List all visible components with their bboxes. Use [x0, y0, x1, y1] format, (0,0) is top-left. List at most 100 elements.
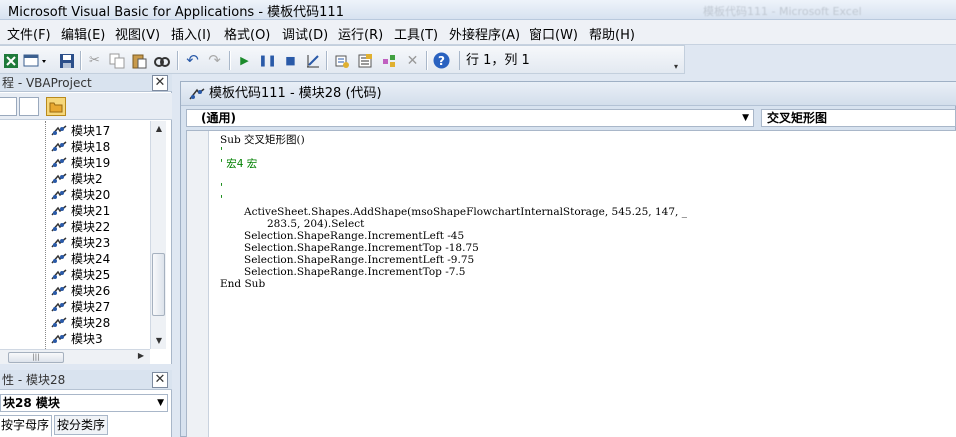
menu-format[interactable]: 格式(O) [224, 24, 270, 43]
reset-icon[interactable]: ■ [282, 52, 299, 69]
tree-item-module[interactable]: 模块19 [51, 155, 110, 171]
tree-item-module[interactable]: 模块2 [51, 171, 103, 187]
code-line-blank[interactable] [220, 170, 687, 182]
scroll-up-icon[interactable]: ▲ [154, 124, 164, 134]
toggle-folders-button[interactable] [46, 97, 66, 116]
code-line[interactable]: Selection.ShapeRange.IncrementLeft -45 [220, 230, 687, 242]
tree-item-label: 模块17 [71, 124, 111, 138]
menu-tools[interactable]: 工具(T) [394, 24, 438, 43]
tree-item-module[interactable]: 模块28 [51, 315, 110, 331]
insert-userform-icon[interactable] [23, 52, 49, 69]
excel-icon[interactable] [2, 52, 19, 69]
project-explorer-icon[interactable] [333, 52, 350, 69]
tree-item-module[interactable]: 模块27 [51, 299, 110, 315]
scroll-down-icon[interactable]: ▼ [154, 336, 164, 346]
module-icon [51, 269, 67, 280]
tree-item-module[interactable]: 模块18 [51, 139, 110, 155]
cursor-position: 行 1，列 1 [459, 51, 673, 70]
object-dropdown[interactable]: (通用) ▼ [186, 109, 754, 127]
procedure-dropdown[interactable]: 交叉矩形图 [761, 109, 956, 127]
code-line[interactable]: 283.5, 204).Select [220, 218, 687, 230]
tree-item-module[interactable]: 模块26 [51, 283, 110, 299]
menu-help[interactable]: 帮助(H) [589, 24, 635, 43]
code-line-comment[interactable]: ' 宏4 宏 [220, 158, 687, 170]
menu-edit[interactable]: 编辑(E) [61, 24, 105, 43]
project-tree-vertical-scrollbar[interactable]: ▲ ▼ [150, 121, 166, 349]
menu-insert[interactable]: 插入(I) [171, 24, 211, 43]
menu-run[interactable]: 运行(R) [338, 24, 383, 43]
menu-file[interactable]: 文件(F) [7, 24, 51, 43]
horizontal-scrollbar-thumb[interactable]: ||| [8, 352, 64, 363]
break-icon[interactable]: ❚❚ [258, 52, 276, 69]
undo-icon[interactable]: ↶ [184, 52, 201, 69]
menu-view[interactable]: 视图(V) [115, 24, 160, 43]
code-line-comment[interactable]: ' [220, 146, 687, 158]
module-icon [51, 301, 67, 312]
module-icon [189, 88, 205, 100]
tree-item-label: 模块3 [71, 332, 103, 346]
properties-panel: 性 - 模块28 ✕ 块28 模块 ▼ 按字母序 按分类序 [0, 370, 172, 437]
tree-item-module[interactable]: 模块24 [51, 251, 110, 267]
tree-item-module[interactable]: 模块23 [51, 235, 110, 251]
menu-debug[interactable]: 调试(D) [282, 24, 328, 43]
chevron-down-icon[interactable]: ▼ [157, 395, 164, 411]
module-icon [51, 253, 67, 264]
code-editor[interactable]: Sub 交叉矩形图() ' ' 宏4 宏 ' ' ActiveSheet.Sha… [186, 130, 956, 437]
view-code-button[interactable] [0, 97, 17, 116]
scroll-right-icon[interactable]: ▶ [138, 351, 144, 360]
redo-icon[interactable]: ↷ [206, 52, 223, 69]
copy-icon[interactable] [108, 52, 125, 69]
tree-item-module[interactable]: 模块25 [51, 267, 110, 283]
find-icon[interactable] [153, 52, 170, 69]
tree-item-module[interactable]: 模块22 [51, 219, 110, 235]
code-line[interactable]: Selection.ShapeRange.IncrementTop -7.5 [220, 266, 687, 278]
object-browser-icon[interactable] [380, 52, 397, 69]
close-icon[interactable]: ✕ [152, 75, 168, 91]
chevron-down-icon[interactable]: ▼ [742, 110, 749, 126]
object-selector[interactable]: 块28 模块 ▼ [0, 394, 168, 412]
code-window: 模板代码111 - 模块28 (代码) (通用) ▼ 交叉矩形图 Sub 交叉矩… [180, 81, 956, 437]
properties-icon[interactable] [356, 52, 373, 69]
close-icon[interactable]: ✕ [152, 372, 168, 388]
tree-item-label: 模块26 [71, 284, 111, 298]
help-icon[interactable]: ? [433, 52, 450, 69]
cut-icon[interactable]: ✂ [86, 52, 103, 69]
tree-item-module[interactable]: 模块17 [51, 123, 110, 139]
module-icon [51, 157, 67, 168]
code-line-comment[interactable]: ' [220, 182, 687, 194]
module-icon [51, 221, 67, 232]
margin-indicator-bar[interactable] [187, 131, 209, 437]
tree-item-label: 模块20 [71, 188, 111, 202]
code-window-title: 模板代码111 - 模块28 (代码) [181, 82, 956, 106]
code-line[interactable]: ActiveSheet.Shapes.AddShape(msoShapeFlow… [220, 206, 687, 218]
tab-alphabetic[interactable]: 按字母序 [0, 415, 53, 437]
run-icon[interactable]: ▶ [236, 52, 253, 69]
tree-item-module[interactable]: 模块20 [51, 187, 110, 203]
menu-window[interactable]: 窗口(W) [529, 24, 578, 43]
tree-item-module[interactable]: 模块3 [51, 331, 103, 347]
code-line[interactable]: End Sub [220, 278, 687, 290]
object-dropdown-value: (通用) [201, 111, 236, 125]
project-tree: 模块17 模块18 模块19 模块2 模块20 模块21 模块22 模块23 模块24 模块25 模… [0, 121, 150, 349]
module-icon [51, 317, 67, 328]
save-icon[interactable] [58, 52, 75, 69]
module-icon [51, 237, 67, 248]
paste-icon[interactable] [130, 52, 147, 69]
menu-addins[interactable]: 外接程序(A) [449, 24, 520, 43]
project-tree-horizontal-scrollbar[interactable]: ||| ▶ [0, 349, 150, 364]
tree-item-module[interactable]: 模块21 [51, 203, 110, 219]
code-window-title-text: 模板代码111 - 模块28 (代码) [209, 86, 382, 101]
tab-categorized[interactable]: 按分类序 [54, 415, 109, 435]
code-line[interactable]: Selection.ShapeRange.IncrementTop -18.75 [220, 242, 687, 254]
svg-text:?: ? [438, 54, 445, 68]
scrollbar-thumb[interactable] [152, 253, 165, 316]
code-line[interactable]: Selection.ShapeRange.IncrementLeft -9.75 [220, 254, 687, 266]
view-object-button[interactable] [19, 97, 39, 116]
toolbox-icon[interactable]: ✕ [404, 52, 421, 69]
code-line[interactable]: Sub 交叉矩形图() [220, 134, 687, 146]
toolbar-grip-icon[interactable]: ▾ [674, 63, 682, 71]
code-line-comment[interactable]: ' [220, 194, 687, 206]
module-icon [51, 141, 67, 152]
design-mode-icon[interactable] [304, 52, 321, 69]
tree-item-label: 模块25 [71, 268, 111, 282]
